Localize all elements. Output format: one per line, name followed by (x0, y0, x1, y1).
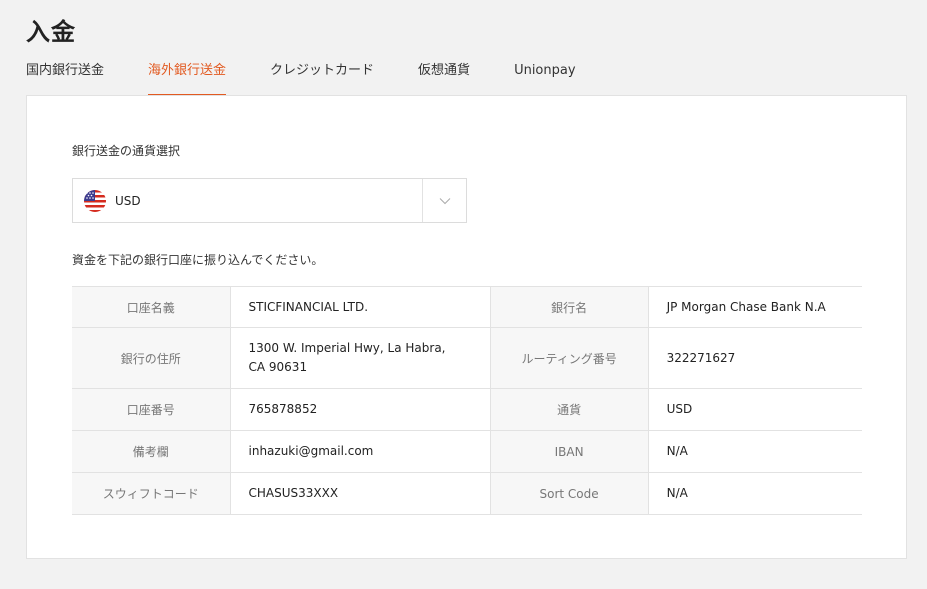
bank-name-value: JP Morgan Chase Bank N.A (648, 286, 862, 328)
transfer-instruction: 資金を下記の銀行口座に振り込んでください。 (72, 253, 324, 267)
iban-label: IBAN (490, 430, 649, 473)
currency-select[interactable]: USD (72, 178, 467, 223)
routing-number-value: 322271627 (648, 327, 862, 389)
account-name-value: STICFINANCIAL LTD. (230, 286, 491, 328)
us-flag-icon (84, 189, 106, 212)
tab-crypto[interactable]: 仮想通貨 (418, 60, 470, 96)
iban-value: N/A (648, 430, 862, 473)
bank-name-label: 銀行名 (490, 286, 649, 328)
table-row: 口座番号 765878852 通貨 USD (72, 388, 862, 431)
currency-value: USD (648, 388, 862, 431)
remarks-label: 備考欄 (72, 430, 231, 473)
tab-unionpay[interactable]: Unionpay (514, 60, 575, 96)
account-number-label: 口座番号 (72, 388, 231, 431)
remarks-value: inhazuki@gmail.com (230, 430, 491, 473)
bank-address-line1: 1300 W. Imperial Hwy, La Habra, (248, 341, 446, 355)
bank-address-label: 銀行の住所 (72, 327, 231, 389)
routing-number-label: ルーティング番号 (490, 327, 649, 389)
account-number-value: 765878852 (230, 388, 491, 431)
bank-address-value: 1300 W. Imperial Hwy, La Habra, CA 90631 (230, 327, 491, 389)
swift-code-label: スウィフトコード (72, 472, 231, 515)
currency-label: 通貨 (490, 388, 649, 431)
table-row: 備考欄 inhazuki@gmail.com IBAN N/A (72, 430, 862, 473)
page-title: 入金 (26, 18, 76, 46)
account-name-label: 口座名義 (72, 286, 231, 328)
tab-credit-card[interactable]: クレジットカード (270, 60, 374, 96)
tab-bar: 国内銀行送金 海外銀行送金 クレジットカード 仮想通貨 Unionpay (26, 60, 620, 96)
table-row: スウィフトコード CHASUS33XXX Sort Code N/A (72, 472, 862, 515)
currency-select-label: 銀行送金の通貨選択 (72, 144, 181, 158)
chevron-down-icon[interactable] (422, 179, 466, 222)
table-row: 銀行の住所 1300 W. Imperial Hwy, La Habra, CA… (72, 327, 862, 389)
sort-code-value: N/A (648, 472, 862, 515)
sort-code-label: Sort Code (490, 472, 649, 515)
bank-info-table: 口座名義 STICFINANCIAL LTD. 銀行名 JP Morgan Ch… (72, 286, 862, 515)
tab-overseas-bank-transfer[interactable]: 海外銀行送金 (148, 60, 227, 96)
tab-domestic-bank-transfer[interactable]: 国内銀行送金 (26, 60, 104, 96)
table-row: 口座名義 STICFINANCIAL LTD. 銀行名 JP Morgan Ch… (72, 286, 862, 328)
deposit-card: 銀行送金の通貨選択 USD 資金を下記の銀行口座に振り込んでください。 口座名義 (26, 95, 907, 559)
swift-code-value: CHASUS33XXX (230, 472, 491, 515)
bank-address-line2: CA 90631 (248, 360, 308, 374)
currency-select-value: USD (115, 193, 141, 208)
